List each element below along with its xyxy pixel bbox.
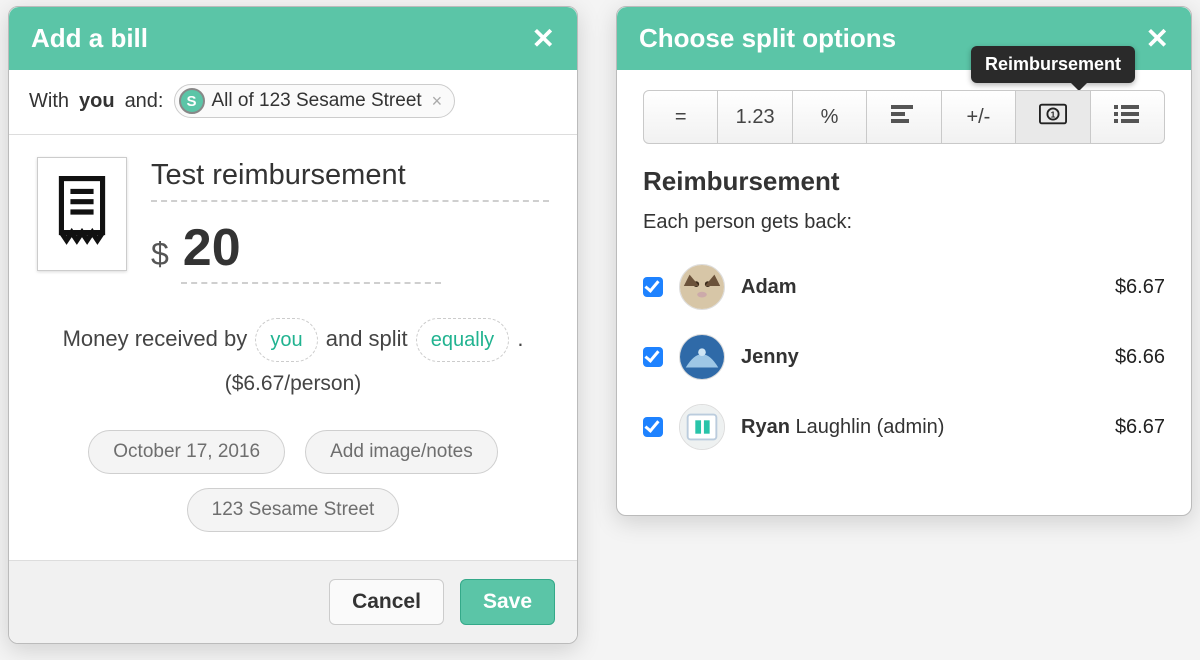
split-equal-tab[interactable]: = [644, 91, 718, 143]
avatar [679, 264, 725, 310]
split-adjust-tab[interactable]: +/- [942, 91, 1016, 143]
split-method-pill[interactable]: equally [416, 318, 509, 362]
chip-remove-icon[interactable]: × [432, 91, 443, 112]
add-bill-modal: Add a bill ✕ With you and: S All of 123 … [8, 6, 578, 644]
add-bill-footer: Cancel Save [9, 560, 577, 643]
with-you: you [79, 90, 115, 113]
person-amount: $6.67 [1115, 416, 1165, 439]
bg-decor: ny [580, 80, 610, 112]
person-checkbox[interactable] [643, 347, 663, 367]
person-name: Ryan Laughlin (admin) [741, 416, 1099, 439]
split-sentence-c: . [517, 326, 523, 351]
split-reimbursement-tab[interactable]: 1 [1016, 91, 1090, 143]
group-avatar-icon: S [180, 89, 204, 113]
add-bill-title: Add a bill [31, 23, 148, 54]
tooltip: Reimbursement [971, 46, 1135, 83]
split-exact-tab[interactable]: 1.23 [718, 91, 792, 143]
split-percent-tab[interactable]: % [793, 91, 867, 143]
split-shares-tab[interactable] [867, 91, 941, 143]
split-sentence-a: Money received by [63, 326, 248, 351]
person-amount: $6.66 [1115, 346, 1165, 369]
avatar [679, 334, 725, 380]
people-list: Adam $6.67 Jenny $6.66 Ryan [643, 252, 1165, 462]
receipt-icon [56, 176, 108, 253]
avatar [679, 404, 725, 450]
group-chip-label: All of 123 Sesame Street [212, 90, 422, 112]
person-name: Jenny [741, 346, 1099, 369]
amount-input[interactable]: 20 [181, 218, 441, 284]
list-icon [1113, 103, 1141, 131]
save-button[interactable]: Save [460, 579, 555, 625]
shares-icon [890, 103, 918, 131]
with-row: With you and: S All of 123 Sesame Street… [9, 70, 577, 135]
person-row: Jenny $6.66 [643, 322, 1165, 392]
close-icon[interactable]: ✕ [532, 25, 555, 53]
split-sentence-b: and split [326, 326, 408, 351]
percent-icon: % [821, 106, 839, 129]
cash-icon: 1 [1039, 103, 1067, 131]
add-bill-header: Add a bill ✕ [9, 7, 577, 70]
split-itemized-tab[interactable] [1091, 91, 1164, 143]
group-button[interactable]: 123 Sesame Street [187, 488, 400, 532]
group-chip[interactable]: S All of 123 Sesame Street × [174, 84, 456, 118]
person-row: Adam $6.67 [643, 252, 1165, 322]
cancel-button[interactable]: Cancel [329, 579, 444, 625]
reimbursement-heading: Reimbursement [643, 166, 1165, 197]
category-tile[interactable] [37, 157, 127, 271]
split-mode-segmented: = 1.23 % +/- 1 [643, 90, 1165, 144]
bg-decor: ou [580, 40, 611, 72]
split-title: Choose split options [639, 23, 896, 54]
with-label-suffix: and: [125, 90, 164, 113]
split-sentence: Money received by you and split equally … [37, 318, 549, 404]
split-options-modal: Choose split options ✕ Reimbursement = 1… [616, 6, 1192, 516]
exact-label: 1.23 [736, 106, 775, 129]
person-checkbox[interactable] [643, 277, 663, 297]
person-checkbox[interactable] [643, 417, 663, 437]
reimbursement-subheading: Each person gets back: [643, 211, 1165, 234]
svg-text:1: 1 [1050, 110, 1055, 120]
plusminus-icon: +/- [966, 106, 990, 129]
equals-icon: = [675, 106, 687, 129]
person-name: Adam [741, 276, 1099, 299]
per-person-amount: ($6.67/person) [225, 372, 362, 395]
date-button[interactable]: October 17, 2016 [88, 430, 285, 474]
notes-button[interactable]: Add image/notes [305, 430, 498, 474]
person-row: Ryan Laughlin (admin) $6.67 [643, 392, 1165, 462]
description-input[interactable]: Test reimbursement [151, 157, 549, 202]
person-amount: $6.67 [1115, 276, 1165, 299]
close-icon[interactable]: ✕ [1146, 25, 1169, 53]
with-label-prefix: With [29, 90, 69, 113]
currency-symbol[interactable]: $ [151, 236, 169, 273]
payer-pill[interactable]: you [255, 318, 317, 362]
